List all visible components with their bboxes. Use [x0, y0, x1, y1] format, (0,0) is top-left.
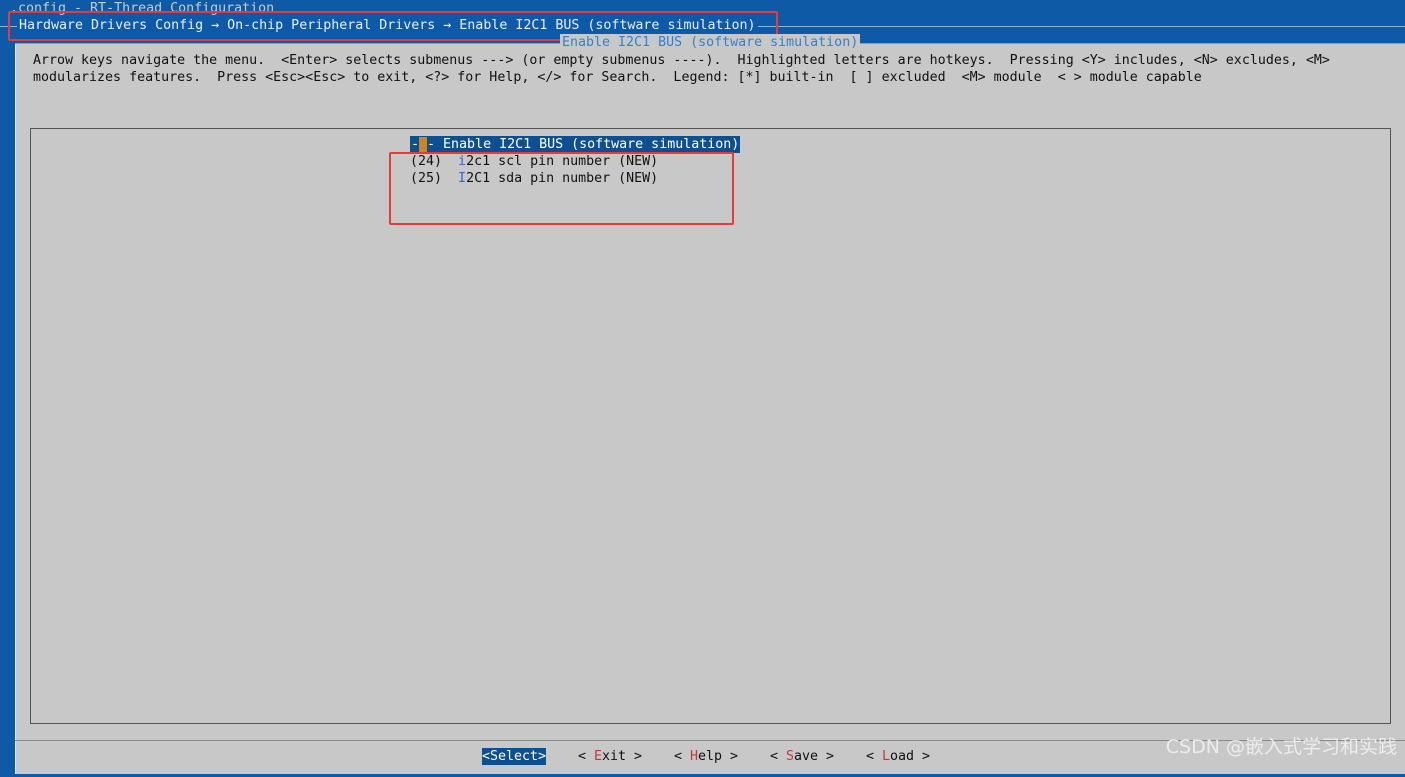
help-text: Arrow keys navigate the menu. <Enter> se… — [33, 52, 1330, 86]
select-button[interactable]: <Select> — [482, 748, 547, 765]
button-label: xit > — [602, 749, 643, 764]
help-line-1: Arrow keys navigate the menu. <Enter> se… — [33, 53, 1330, 68]
dialog-title: Enable I2C1 BUS (software simulation) — [560, 34, 861, 51]
save-button[interactable]: < Save > — [770, 748, 834, 765]
hotkey-letter: S — [786, 749, 795, 764]
button-bracket: < — [578, 749, 595, 764]
load-button[interactable]: < Load > — [866, 748, 930, 765]
cursor-marker: - — [419, 137, 428, 152]
button-label: ave > — [794, 749, 835, 764]
menu-item-prefix: - — [411, 137, 420, 152]
hotkey-letter: L — [882, 749, 891, 764]
button-label: oad > — [890, 749, 931, 764]
help-line-2: modularizes features. Press <Esc><Esc> t… — [33, 70, 1202, 85]
exit-button[interactable]: < Exit > — [578, 748, 642, 765]
hotkey-letter: H — [690, 749, 699, 764]
menu-item-enable-i2c1[interactable]: --- Enable I2C1 BUS (software simulation… — [410, 136, 741, 153]
button-label: elp > — [698, 749, 739, 764]
button-bracket: < — [866, 749, 883, 764]
button-bracket: < — [770, 749, 787, 764]
menu-item-label: - Enable I2C1 BUS (software simulation) — [427, 137, 740, 152]
hotkey-letter: E — [594, 749, 603, 764]
dialog-edge — [15, 43, 16, 774]
watermark: CSDN @嵌入式学习和实践 — [1165, 736, 1397, 758]
annotation-box-pins — [389, 152, 734, 225]
help-button[interactable]: < Help > — [674, 748, 738, 765]
button-bracket: < — [674, 749, 691, 764]
